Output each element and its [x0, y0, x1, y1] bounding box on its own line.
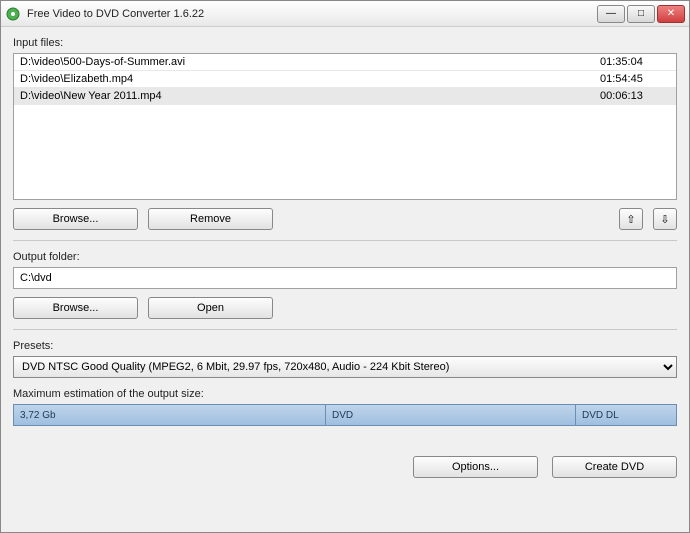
preset-select[interactable]: DVD NTSC Good Quality (MPEG2, 6 Mbit, 29… [13, 356, 677, 378]
spacer [283, 208, 609, 230]
input-files-label: Input files: [13, 37, 677, 49]
maximize-button[interactable]: □ [627, 5, 655, 23]
browse-output-button[interactable]: Browse... [13, 297, 138, 319]
file-path: D:\video\Elizabeth.mp4 [20, 73, 600, 85]
arrow-up-icon: ⇧ [626, 213, 635, 226]
arrow-down-icon: ⇩ [660, 213, 669, 226]
file-duration: 01:35:04 [600, 56, 670, 68]
open-button[interactable]: Open [148, 297, 273, 319]
titlebar: Free Video to DVD Converter 1.6.22 — □ ✕ [1, 1, 689, 27]
window-title: Free Video to DVD Converter 1.6.22 [27, 8, 597, 20]
app-icon [5, 6, 21, 22]
content-area: Input files: D:\video\500-Days-of-Summer… [1, 27, 689, 488]
maximize-icon: □ [638, 8, 644, 19]
separator [13, 240, 677, 241]
estimation-label: Maximum estimation of the output size: [13, 388, 677, 400]
estimation-size: 3,72 Gb [14, 405, 326, 425]
minimize-button[interactable]: — [597, 5, 625, 23]
output-folder-label: Output folder: [13, 251, 677, 263]
minimize-icon: — [606, 8, 616, 19]
output-buttons-row: Browse... Open [13, 297, 677, 319]
app-window: Free Video to DVD Converter 1.6.22 — □ ✕… [0, 0, 690, 533]
estimation-bar: 3,72 Gb DVD DVD DL [13, 404, 677, 426]
list-item[interactable]: D:\video\New Year 2011.mp4 00:06:13 [14, 88, 676, 105]
separator [13, 329, 677, 330]
file-duration: 01:54:45 [600, 73, 670, 85]
close-icon: ✕ [667, 8, 675, 19]
file-path: D:\video\500-Days-of-Summer.avi [20, 56, 600, 68]
list-item[interactable]: D:\video\500-Days-of-Summer.avi 01:35:04 [14, 54, 676, 71]
list-item[interactable]: D:\video\Elizabeth.mp4 01:54:45 [14, 71, 676, 88]
bottom-buttons-row: Options... Create DVD [13, 456, 677, 478]
presets-label: Presets: [13, 340, 677, 352]
input-file-list[interactable]: D:\video\500-Days-of-Summer.avi 01:35:04… [13, 53, 677, 200]
move-down-button[interactable]: ⇩ [653, 208, 677, 230]
estimation-dvddl: DVD DL [576, 405, 676, 425]
create-dvd-button[interactable]: Create DVD [552, 456, 677, 478]
close-button[interactable]: ✕ [657, 5, 685, 23]
browse-input-button[interactable]: Browse... [13, 208, 138, 230]
input-buttons-row: Browse... Remove ⇧ ⇩ [13, 208, 677, 230]
file-duration: 00:06:13 [600, 90, 670, 102]
remove-button[interactable]: Remove [148, 208, 273, 230]
options-button[interactable]: Options... [413, 456, 538, 478]
file-path: D:\video\New Year 2011.mp4 [20, 90, 600, 102]
estimation-dvd: DVD [326, 405, 576, 425]
move-up-button[interactable]: ⇧ [619, 208, 643, 230]
output-folder-input[interactable] [13, 267, 677, 289]
window-controls: — □ ✕ [597, 5, 685, 23]
